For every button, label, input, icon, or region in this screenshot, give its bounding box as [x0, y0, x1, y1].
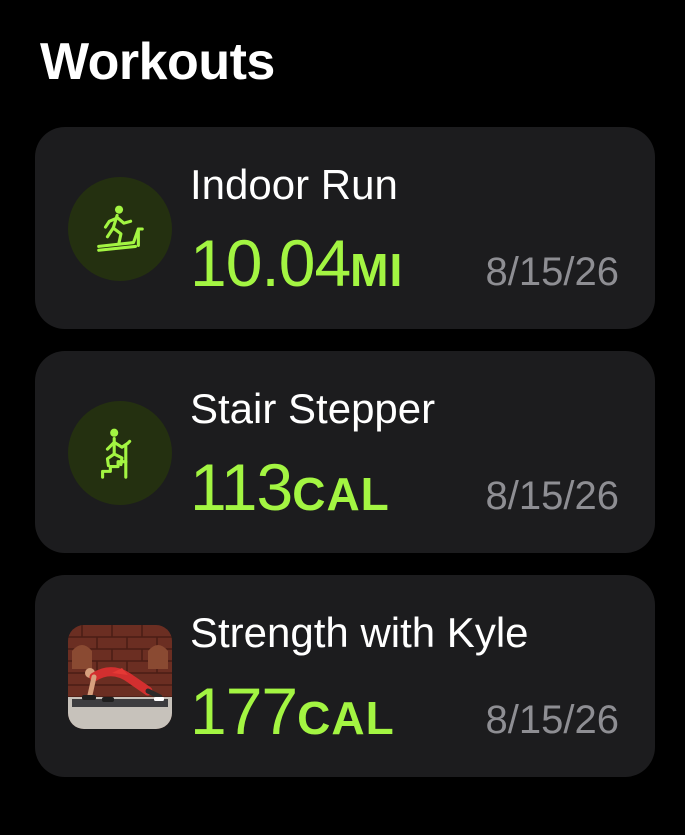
- strength-video-thumbnail: [68, 625, 172, 729]
- workout-date: 8/15/26: [485, 250, 619, 294]
- workout-metric: 10.04MI: [190, 223, 403, 322]
- metric-unit: MI: [350, 244, 404, 296]
- workout-name: Stair Stepper: [190, 385, 436, 432]
- workout-date: 8/15/26: [485, 698, 619, 742]
- workout-metric: 113CAL: [190, 447, 390, 546]
- metric-unit: CAL: [297, 692, 395, 744]
- metric-value: 113: [190, 450, 293, 524]
- workout-card-strength-with-kyle[interactable]: Strength with Kyle 177CAL 8/15/26: [35, 575, 655, 777]
- page-title: Workouts: [40, 33, 275, 91]
- workout-name: Indoor Run: [190, 161, 398, 208]
- indoor-run-icon: [68, 177, 172, 281]
- metric-unit: CAL: [292, 468, 390, 520]
- metric-value: 177: [190, 674, 298, 748]
- stair-stepper-icon: [68, 401, 172, 505]
- workout-date: 8/15/26: [485, 474, 619, 518]
- workout-metric: 177CAL: [190, 671, 395, 770]
- workout-name: Strength with Kyle: [190, 609, 529, 656]
- metric-value: 10.04: [190, 226, 351, 300]
- workout-card-stair-stepper[interactable]: Stair Stepper 113CAL 8/15/26: [35, 351, 655, 553]
- workout-card-indoor-run[interactable]: Indoor Run 10.04MI 8/15/26: [35, 127, 655, 329]
- workout-list: Indoor Run 10.04MI 8/15/26 Stair Stepper…: [35, 127, 655, 799]
